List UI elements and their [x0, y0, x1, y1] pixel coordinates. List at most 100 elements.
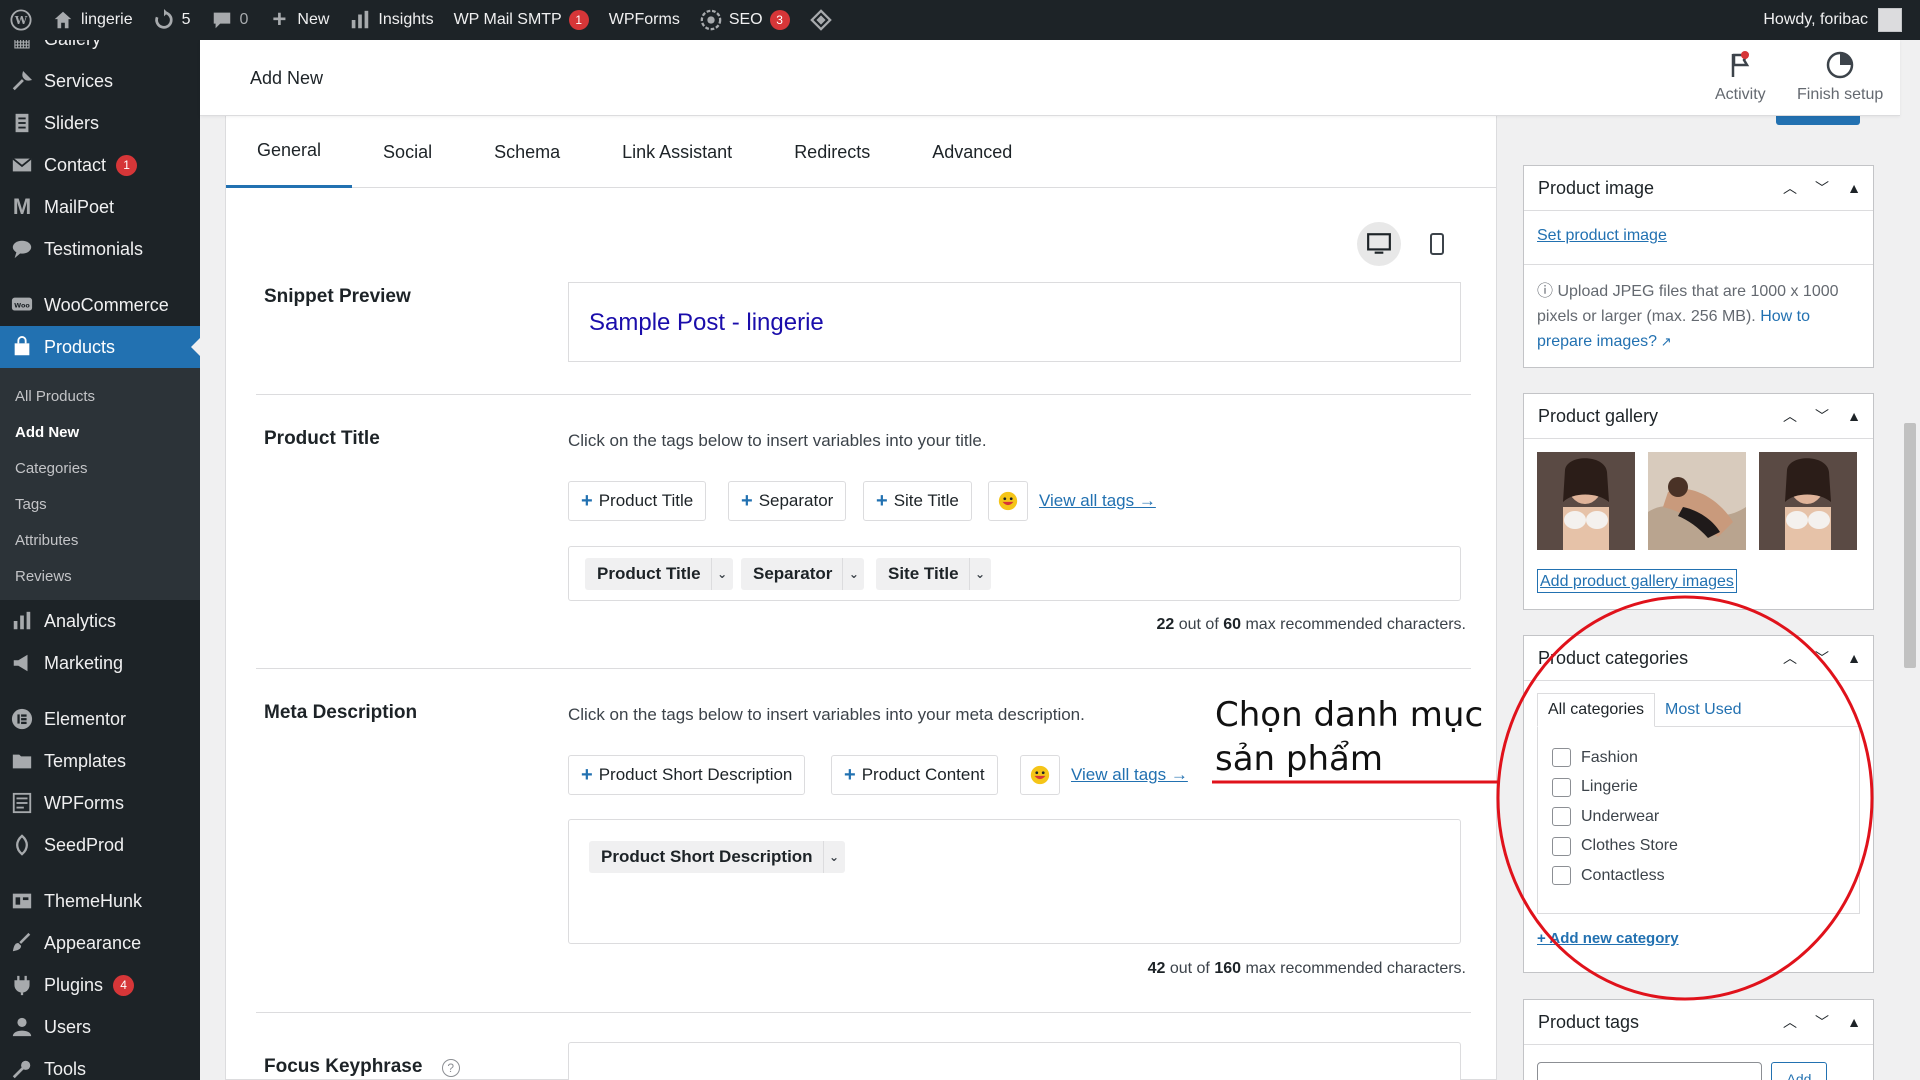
category-lingerie[interactable]: Lingerie — [1552, 773, 1845, 803]
category-fashion[interactable]: Fashion — [1552, 743, 1845, 773]
publish-button-edge[interactable] — [1776, 116, 1860, 125]
caret-up-icon[interactable]: ▲ — [1845, 177, 1863, 199]
caret-up-icon[interactable]: ▲ — [1845, 405, 1863, 427]
menu-woocommerce[interactable]: Woo WooCommerce — [0, 284, 200, 326]
insert-product-title-tag[interactable]: + Product Title — [568, 481, 707, 521]
wpforms-menu[interactable]: WPForms — [599, 0, 690, 40]
site-name-menu[interactable]: lingerie — [42, 0, 143, 40]
menu-sliders[interactable]: Sliders — [0, 102, 200, 144]
submenu-all-products[interactable]: All Products — [0, 378, 200, 414]
meta-description-editor[interactable]: Product Short Description ⌄ — [568, 819, 1461, 944]
menu-marketing[interactable]: Marketing — [0, 642, 200, 684]
gallery-image-1[interactable] — [1537, 452, 1635, 550]
tab-schema[interactable]: Schema — [463, 116, 591, 188]
chevron-down-icon[interactable]: ⌄ — [968, 558, 991, 590]
scrollbar-thumb[interactable] — [1904, 423, 1916, 668]
new-content-menu[interactable]: + New — [258, 0, 339, 40]
menu-tools[interactable]: Tools — [0, 1048, 200, 1080]
submenu-categories[interactable]: Categories — [0, 450, 200, 486]
menu-analytics[interactable]: Analytics — [0, 600, 200, 642]
caret-up-icon[interactable]: ▲ — [1845, 647, 1863, 669]
emoji-button[interactable] — [988, 481, 1028, 521]
checkbox[interactable] — [1552, 836, 1571, 856]
chevron-up-icon[interactable]: ︿ — [1781, 1011, 1799, 1033]
tab-link-assistant[interactable]: Link Assistant — [591, 116, 763, 188]
gallery-image-2[interactable] — [1648, 452, 1746, 550]
category-clothes-store[interactable]: Clothes Store — [1552, 832, 1845, 862]
tab-general[interactable]: General — [226, 116, 353, 188]
menu-contact[interactable]: Contact 1 — [0, 144, 200, 186]
menu-appearance[interactable]: Appearance — [0, 922, 200, 964]
chevron-up-icon[interactable]: ︿ — [1781, 177, 1799, 199]
product-image-header[interactable]: Product image ︿ ﹀ ▲ — [1524, 166, 1873, 211]
emoji-button[interactable] — [1020, 755, 1060, 795]
activity-button[interactable]: Activity — [1715, 50, 1766, 104]
chip-separator[interactable]: Separator ⌄ — [741, 558, 865, 590]
product-gallery-header[interactable]: Product gallery ︿ ﹀ ▲ — [1524, 394, 1873, 439]
chevron-down-icon[interactable]: ﹀ — [1813, 177, 1831, 199]
tab-redirects[interactable]: Redirects — [763, 116, 901, 188]
caret-up-icon[interactable]: ▲ — [1845, 1011, 1863, 1033]
tab-advanced[interactable]: Advanced — [901, 116, 1043, 188]
checkbox[interactable] — [1552, 748, 1571, 768]
submenu-add-new[interactable]: Add New — [0, 414, 200, 450]
scrollbar[interactable] — [1900, 40, 1920, 1080]
comments-menu[interactable]: 0 — [201, 0, 259, 40]
menu-wpforms[interactable]: WPForms — [0, 782, 200, 824]
wp-mail-smtp-menu[interactable]: WP Mail SMTP 1 — [444, 0, 599, 40]
chevron-down-icon[interactable]: ⌄ — [842, 558, 864, 590]
my-account-menu[interactable]: Howdy, foribac — [1763, 8, 1920, 32]
submenu-attributes[interactable]: Attributes — [0, 522, 200, 558]
tab-all-categories[interactable]: All categories — [1537, 693, 1656, 727]
chevron-down-icon[interactable]: ﹀ — [1813, 1011, 1831, 1033]
chip-product-title[interactable]: Product Title ⌄ — [585, 558, 733, 590]
tag-input[interactable] — [1537, 1062, 1762, 1080]
product-categories-header[interactable]: Product categories ︿ ﹀ ▲ — [1524, 636, 1873, 681]
insights-menu[interactable]: Insights — [339, 0, 443, 40]
category-underwear[interactable]: Underwear — [1552, 802, 1845, 832]
product-tags-header[interactable]: Product tags ︿ ﹀ ▲ — [1524, 1000, 1873, 1045]
insert-site-title-tag[interactable]: + Site Title — [863, 481, 972, 521]
insert-separator-tag[interactable]: + Separator — [728, 481, 847, 521]
title-editor[interactable]: Product Title ⌄ Separator ⌄ Site Title ⌄ — [568, 546, 1461, 601]
seo-menu[interactable]: SEO 3 — [690, 0, 800, 40]
menu-elementor[interactable]: Elementor — [0, 698, 200, 740]
tab-most-used[interactable]: Most Used — [1655, 693, 1751, 727]
menu-seedprod[interactable]: SeedProd — [0, 824, 200, 866]
gallery-image-3[interactable] — [1759, 452, 1857, 550]
add-gallery-images-link[interactable]: Add product gallery images — [1537, 569, 1737, 593]
menu-testimonials[interactable]: Testimonials — [0, 228, 200, 270]
menu-themehunk[interactable]: ThemeHunk — [0, 880, 200, 922]
menu-templates[interactable]: Templates — [0, 740, 200, 782]
checkbox[interactable] — [1552, 807, 1571, 827]
chip-product-short-description[interactable]: Product Short Description ⌄ — [589, 841, 845, 873]
checkbox[interactable] — [1552, 866, 1571, 886]
chip-site-title[interactable]: Site Title ⌄ — [876, 558, 991, 590]
menu-products[interactable]: Products — [0, 326, 200, 368]
finish-setup-button[interactable]: Finish setup — [1797, 50, 1883, 104]
focus-keyphrase-input[interactable] — [568, 1042, 1461, 1080]
menu-users[interactable]: Users — [0, 1006, 200, 1048]
add-new-category-link[interactable]: + Add new category — [1537, 930, 1679, 947]
chevron-down-icon[interactable]: ⌄ — [822, 841, 845, 873]
diamond-menu[interactable] — [800, 0, 842, 40]
menu-gallery[interactable]: ▦ Gallery — [0, 40, 200, 60]
chevron-down-icon[interactable]: ﹀ — [1813, 647, 1831, 669]
updates-menu[interactable]: 5 — [143, 0, 201, 40]
set-product-image-link[interactable]: Set product image — [1537, 227, 1667, 244]
menu-plugins[interactable]: Plugins 4 — [0, 964, 200, 1006]
checkbox[interactable] — [1552, 777, 1571, 797]
mobile-preview-button[interactable] — [1415, 222, 1459, 266]
submenu-reviews[interactable]: Reviews — [0, 558, 200, 594]
tab-social[interactable]: Social — [352, 116, 463, 188]
chevron-up-icon[interactable]: ︿ — [1781, 405, 1799, 427]
wp-logo-menu[interactable]: W — [0, 0, 42, 40]
category-contactless[interactable]: Contactless — [1552, 861, 1845, 891]
insert-product-content-tag[interactable]: + Product Content — [831, 755, 998, 795]
insert-short-description-tag[interactable]: + Product Short Description — [568, 755, 806, 795]
add-tag-button[interactable]: Add — [1771, 1062, 1827, 1080]
menu-services[interactable]: Services — [0, 60, 200, 102]
chevron-down-icon[interactable]: ⌄ — [710, 558, 733, 590]
chevron-up-icon[interactable]: ︿ — [1781, 647, 1799, 669]
view-all-tags-link[interactable]: View all tags → — [1039, 491, 1156, 511]
